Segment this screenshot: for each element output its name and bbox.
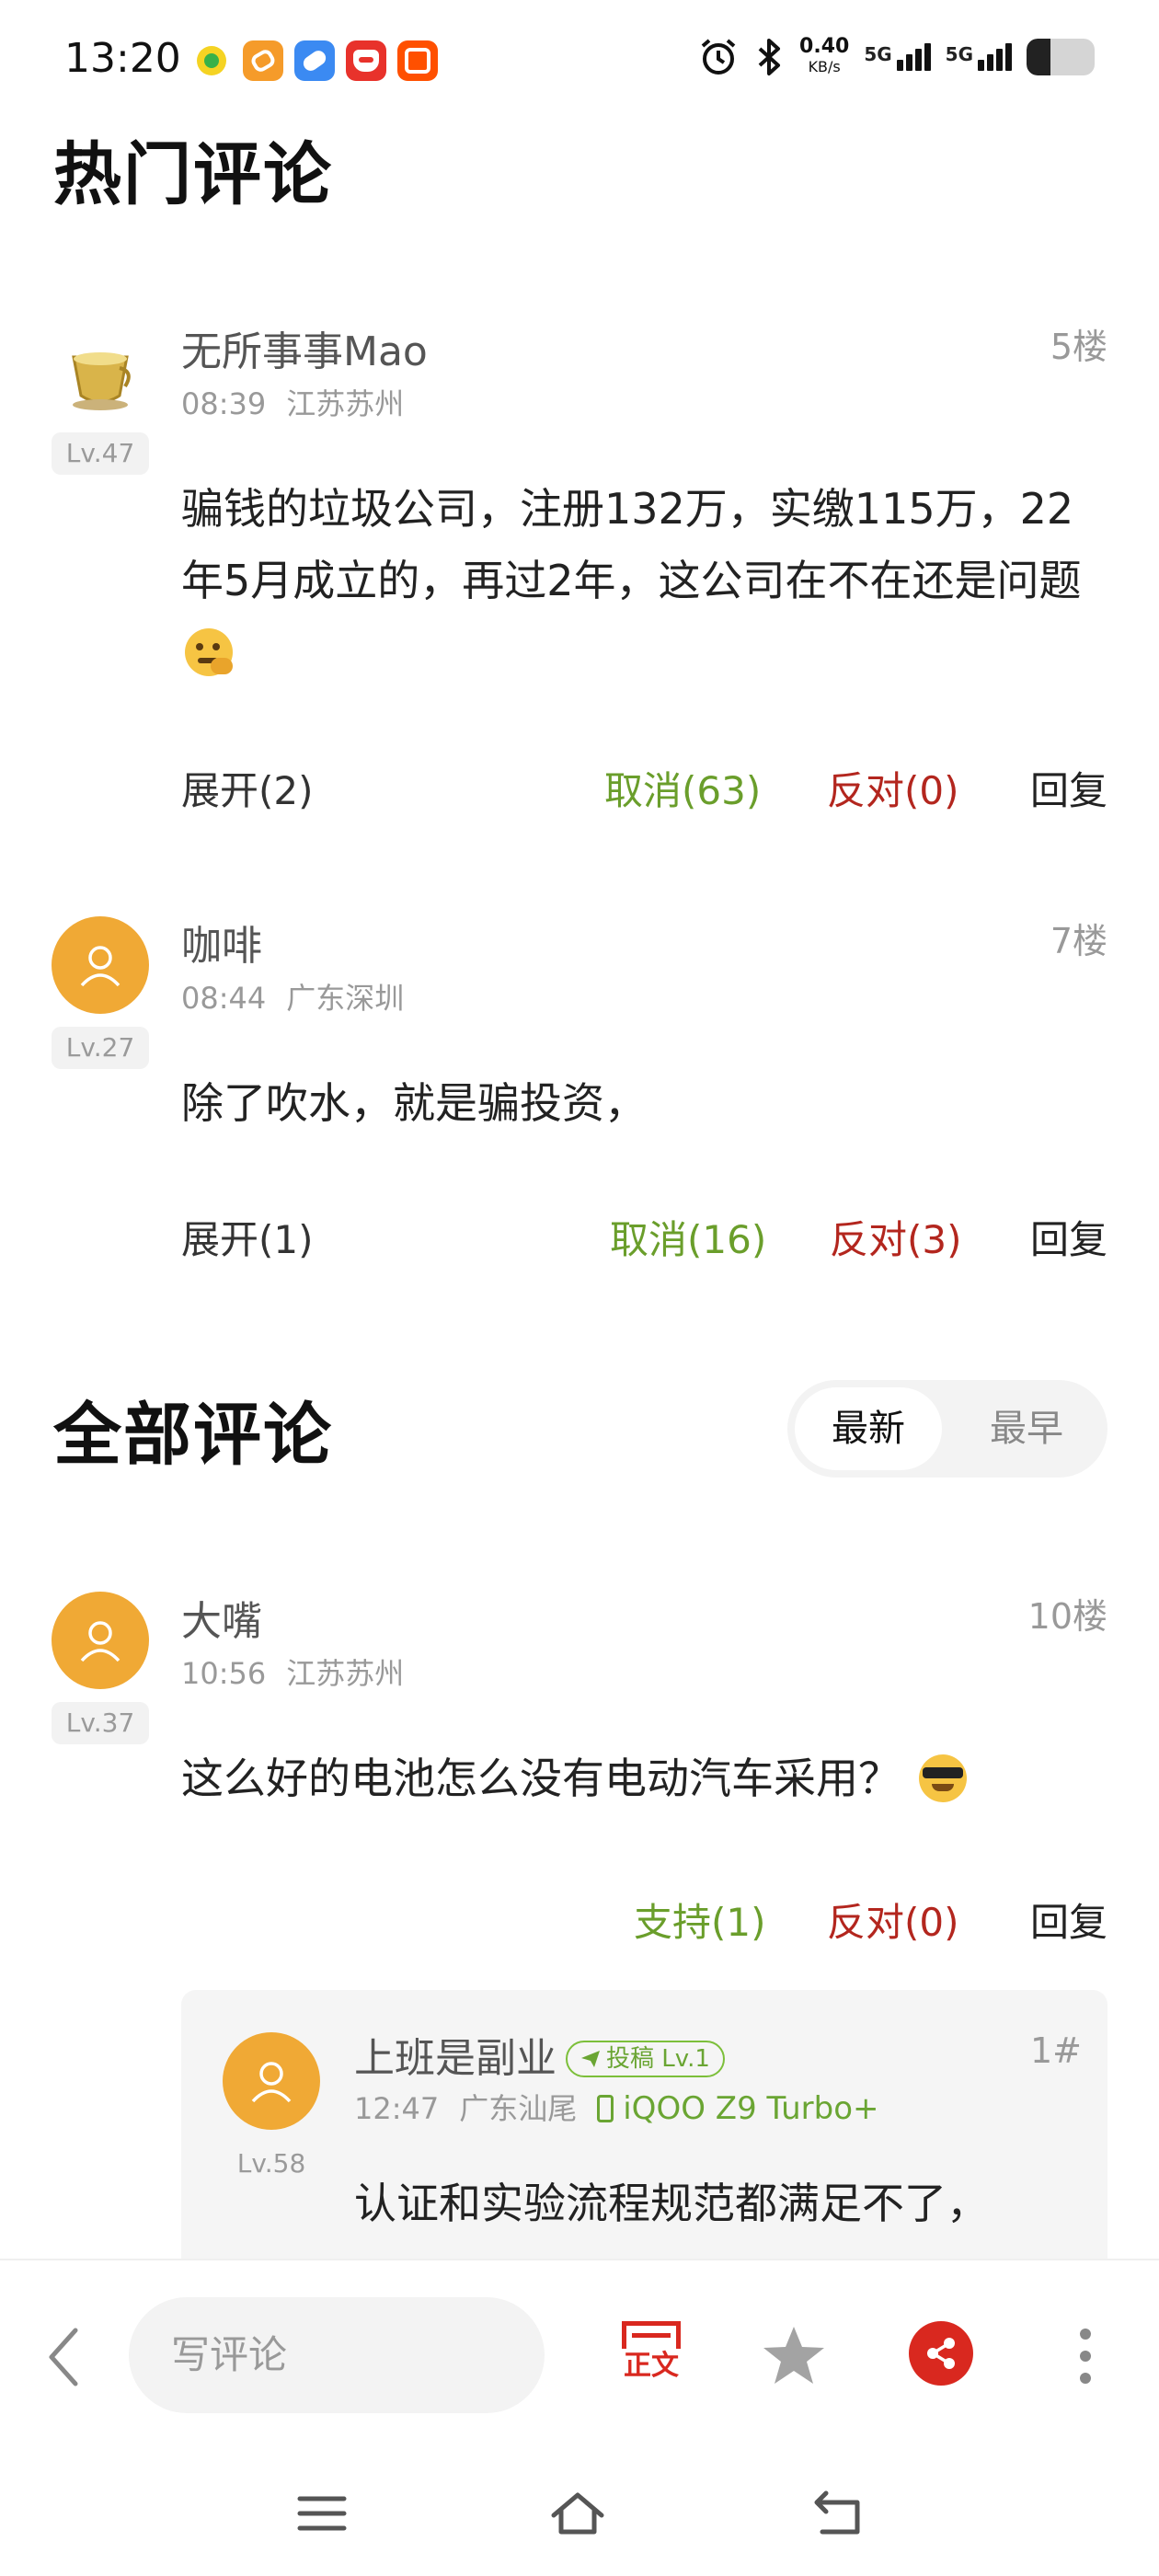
more-vertical-icon[interactable] (1074, 2327, 1096, 2386)
avatar[interactable] (52, 1592, 149, 1689)
reply-username[interactable]: 上班是副业 (354, 2035, 557, 2082)
comment-meta: 08:44 广东深圳 (181, 981, 405, 1016)
oppose-button[interactable]: 反对(0) (827, 760, 959, 816)
reply-text: 认证和实验流程规范都满足不了， (354, 2179, 989, 2228)
thinking-emoji-icon (185, 628, 233, 676)
like-cancel-button[interactable]: 取消(63) (604, 760, 761, 816)
cool-sunglasses-emoji-icon (919, 1754, 967, 1802)
like-cancel-button[interactable]: 取消(16) (610, 1209, 766, 1265)
floor-number: 5楼 (1050, 327, 1107, 367)
send-icon (581, 2051, 600, 2067)
reply-meta: 12:47 广东汕尾 iQOO Z9 Turbo+ (354, 2090, 879, 2127)
floor-number: 10楼 (1027, 1596, 1107, 1637)
sort-toggle: 最新 最早 (787, 1380, 1107, 1478)
floor-number: 7楼 (1050, 921, 1107, 961)
back-icon[interactable] (809, 2488, 865, 2539)
back-arrow-icon[interactable] (40, 2325, 88, 2389)
signal-sim1-icon: 5G (864, 43, 931, 71)
home-icon[interactable] (550, 2488, 605, 2539)
write-comment-input[interactable]: 写评论 (129, 2297, 545, 2413)
status-right: 0.40 KB/s 5G 5G (698, 37, 1095, 77)
default-user-icon (80, 1621, 120, 1662)
oppose-button[interactable]: 反对(3) (830, 1209, 962, 1265)
share-icon (927, 2338, 955, 2369)
comment-meta: 08:39 江苏苏州 (181, 386, 405, 421)
signal-sim2-icon: 5G (946, 43, 1012, 71)
article-body-icon[interactable]: 正文 (622, 2321, 681, 2387)
star-favorite-icon[interactable] (762, 2325, 826, 2386)
alarm-icon (701, 39, 736, 75)
avatar[interactable] (223, 2032, 320, 2130)
reply-button[interactable]: 回复 (1030, 1209, 1107, 1265)
default-user-icon (80, 946, 120, 987)
expand-replies-button[interactable]: 展开(1) (181, 1209, 314, 1265)
status-time: 13:20 (64, 35, 181, 82)
level-badge: Lv.27 (52, 1027, 149, 1069)
level-badge: Lv.47 (52, 432, 149, 475)
comment-username[interactable]: 咖啡 (181, 913, 262, 972)
reply-username-row: 上班是副业 投稿 Lv.1 (354, 2025, 725, 2084)
orange-app-icon (243, 40, 283, 81)
qq-music-icon (191, 40, 232, 81)
reply-button[interactable]: 回复 (1030, 760, 1107, 816)
comment-text: 除了吹水，就是骗投资， (181, 1078, 647, 1128)
bottom-toolbar: 写评论 正文 (0, 2259, 1159, 2447)
support-button[interactable]: 支持(1) (634, 1892, 766, 1948)
pinduoduo-icon (346, 40, 386, 81)
comment-actions: 展开(2) 取消(63) 反对(0) 回复 (181, 760, 1107, 815)
phone-icon (597, 2095, 614, 2122)
oppose-button[interactable]: 反对(0) (827, 1892, 959, 1948)
reply-floor-number: 1# (1029, 2030, 1082, 2071)
battery-icon (1027, 39, 1095, 75)
bluetooth-icon (758, 39, 781, 75)
menu-icon[interactable] (294, 2488, 350, 2539)
sort-oldest-option[interactable]: 最早 (953, 1387, 1100, 1470)
avatar[interactable] (52, 916, 149, 1014)
comment-actions: 支持(1) 反对(0) 回复 (181, 1892, 1107, 1947)
status-bar: 13:20 0.40 KB/s 5G 5G (0, 0, 1159, 120)
avatar[interactable] (52, 331, 149, 429)
comment-username[interactable]: 无所事事Mao (181, 318, 428, 377)
comment-username[interactable]: 大嘴 (181, 1588, 262, 1647)
hot-comments-title: 热门评论 (53, 135, 333, 214)
network-speed: 0.40 KB/s (799, 35, 850, 76)
taobao-icon (397, 40, 438, 81)
contributor-badge: 投稿 Lv.1 (566, 2041, 725, 2077)
level-badge: Lv.37 (52, 1702, 149, 1744)
default-user-icon (251, 2062, 292, 2103)
expand-replies-button[interactable]: 展开(2) (181, 760, 314, 816)
sort-newest-option[interactable]: 最新 (795, 1387, 942, 1470)
level-badge: Lv.58 (236, 2148, 306, 2179)
comment-text: 骗钱的垃圾公司，注册132万，实缴115万，22年5月成立的，再过2年，这公司在… (181, 473, 1107, 688)
share-button[interactable] (909, 2321, 973, 2386)
all-comments-title: 全部评论 (53, 1396, 333, 1475)
comment-text: 这么好的电池怎么没有电动汽车采用？ (181, 1742, 1107, 1814)
nested-reply: Lv.58 上班是副业 投稿 Lv.1 1# 12:47 广东汕尾 iQOO Z9 T… (181, 1990, 1107, 2266)
blue-app-icon (294, 40, 335, 81)
comment-meta: 10:56 江苏苏州 (181, 1656, 405, 1691)
comment-actions: 展开(1) 取消(16) 反对(3) 回复 (181, 1209, 1107, 1264)
reply-button[interactable]: 回复 (1030, 1892, 1107, 1948)
tea-cup-icon (72, 352, 131, 410)
status-app-icons (191, 40, 438, 81)
system-nav-bar (0, 2447, 1159, 2576)
